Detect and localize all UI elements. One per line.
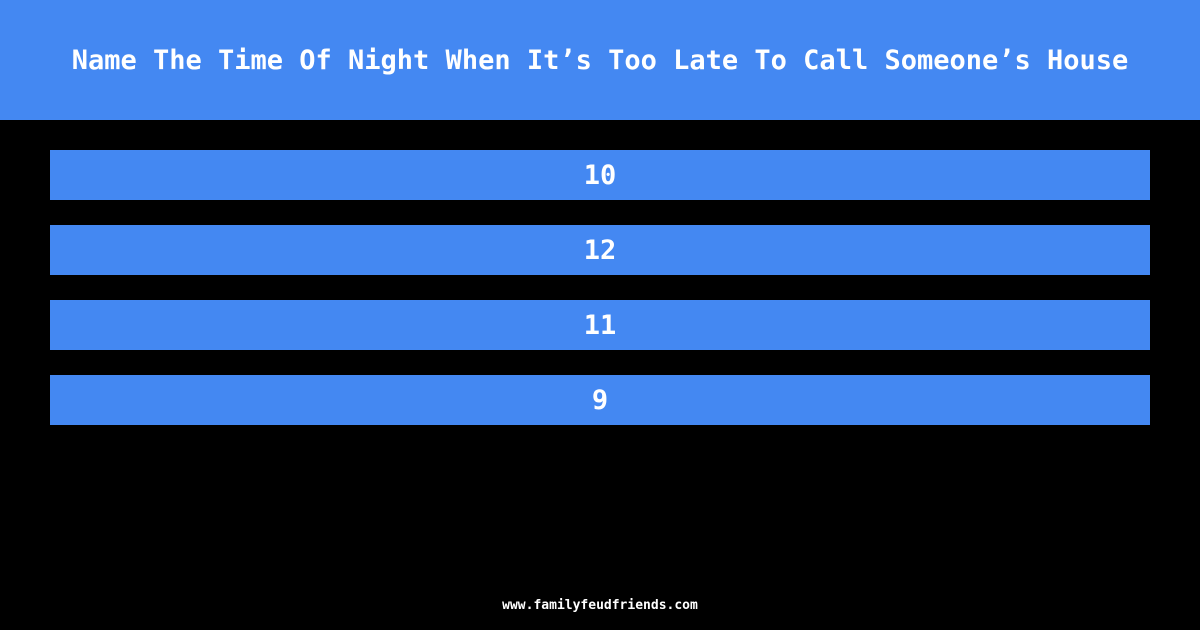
answer-text: 12: [583, 234, 617, 266]
answer-text: 11: [583, 309, 617, 341]
question-title: Name The Time Of Night When It’s Too Lat…: [71, 44, 1129, 76]
answer-row: 11: [50, 300, 1150, 350]
site-url: www.familyfeudfriends.com: [502, 598, 698, 613]
answer-text: 10: [583, 159, 617, 191]
answer-row: 12: [50, 225, 1150, 275]
answer-row: 9: [50, 375, 1150, 425]
answer-text: 9: [591, 384, 609, 416]
answer-row: 10: [50, 150, 1150, 200]
answer-list: 10 12 11 9: [50, 150, 1150, 450]
question-header: Name The Time Of Night When It’s Too Lat…: [0, 0, 1200, 120]
